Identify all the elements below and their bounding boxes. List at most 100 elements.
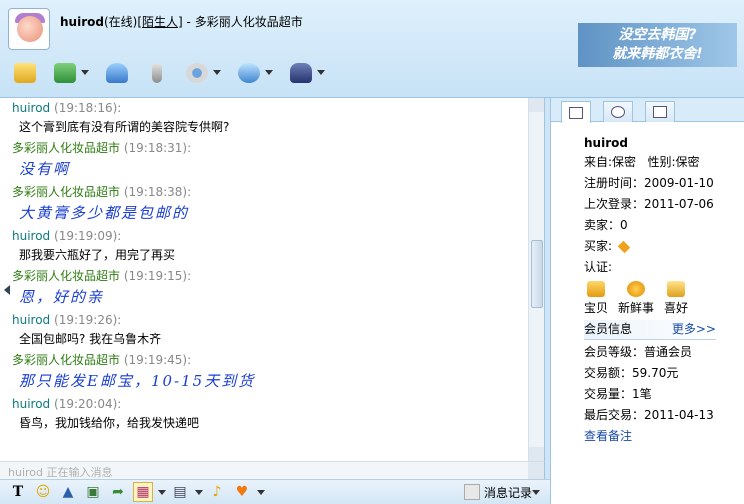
chevron-down-icon[interactable]	[532, 482, 540, 502]
chat-scrollbar[interactable]	[528, 98, 544, 461]
clock-icon	[611, 106, 625, 118]
shortcut-news[interactable]: 新鲜事	[618, 281, 654, 316]
shortcut-label: 宝贝	[584, 301, 609, 315]
profile-summary: huirod 来自:保密 性别:保密 注册时间：2009-01-10 上次登录：…	[551, 122, 744, 278]
input-toolbar: T ☺ ▲ ▣ ➦ ▦ ▤ ♪ ♥ 消息记录	[0, 479, 550, 504]
side-tabs	[551, 98, 744, 123]
shake-button[interactable]: ♪	[207, 482, 227, 502]
profile-name: huirod	[584, 136, 628, 150]
message-sender[interactable]: huirod	[12, 229, 50, 243]
profile-register: 注册时间：2009-01-10	[584, 176, 714, 190]
message-header: 多彩丽人化妆品超市 (19:19:15):	[12, 268, 528, 284]
gift-button[interactable]: ♥	[232, 482, 252, 502]
remote-assist-button[interactable]	[234, 59, 273, 87]
message-list: huirod (19:18:16): 这个膏到底有没有所谓的美容院专供啊? 多彩…	[0, 98, 528, 461]
chevron-down-icon[interactable]	[158, 482, 166, 502]
ad-banner[interactable]: 没空去韩国? 就来韩都衣舍!	[578, 23, 737, 67]
message-sender[interactable]: 多彩丽人化妆品超市	[12, 185, 120, 199]
smiley-icon: ☺	[35, 484, 51, 500]
font-icon: T	[12, 484, 24, 500]
contact-card-icon	[569, 106, 583, 119]
message-time: (19:18:38):	[123, 185, 192, 199]
tab-quick-reply[interactable]	[645, 101, 675, 122]
chevron-down-icon[interactable]	[81, 70, 89, 75]
product-button[interactable]: ▤	[170, 482, 190, 502]
quick-reply-icon	[653, 106, 667, 118]
contact-title: huirod(在线)[陌生人] - 多彩丽人化妆品超市	[60, 15, 303, 29]
send-file-icon: ➦	[112, 484, 124, 500]
title-separator: -	[186, 15, 191, 29]
scroll-down-arrow-icon[interactable]	[529, 447, 544, 461]
message-header: huirod (19:19:09):	[12, 228, 528, 244]
message-sender[interactable]: 多彩丽人化妆品超市	[12, 269, 120, 283]
contact-avatar[interactable]	[8, 8, 50, 50]
profile-gender: 性别:保密	[647, 155, 700, 169]
trade-amount: 交易额：59.70元	[584, 366, 679, 380]
product-list-icon: ▤	[173, 484, 187, 500]
shortcut-likes[interactable]: 喜好	[664, 281, 688, 316]
message-time: (19:19:15):	[123, 269, 192, 283]
send-file-button[interactable]: ➦	[108, 482, 128, 502]
scroll-thumb[interactable]	[531, 240, 543, 308]
status-scroll-button[interactable]	[528, 462, 544, 480]
chevron-down-icon[interactable]	[213, 70, 221, 75]
add-contact-button[interactable]	[102, 59, 132, 87]
profile-from: 来自:保密	[584, 155, 637, 169]
member-info: 会员等级：普通会员 交易额：59.70元 交易量：1笔 最后交易：2011-04…	[584, 342, 714, 447]
relation-tag[interactable]: 陌生人	[142, 15, 178, 29]
message-text: 大黄膏多少都是包邮的	[19, 204, 190, 222]
transfer-icon	[54, 63, 76, 83]
screenshot-button[interactable]: ▦	[133, 482, 153, 502]
main-toolbar	[10, 58, 326, 88]
bell-icon: ♪	[212, 484, 222, 500]
message-header: 多彩丽人化妆品超市 (19:18:38):	[12, 184, 528, 200]
collapse-arrow-icon[interactable]	[4, 285, 10, 295]
message-time: (19:20:04):	[54, 397, 122, 411]
transfer-button[interactable]	[50, 59, 89, 87]
message-sender[interactable]: huirod	[12, 101, 50, 115]
message-sender[interactable]: 多彩丽人化妆品超市	[12, 141, 120, 155]
message-sender[interactable]: huirod	[12, 397, 50, 411]
tab-contact-card[interactable]	[561, 101, 591, 123]
message-time: (19:19:26):	[54, 313, 122, 327]
image-button[interactable]: ▣	[83, 482, 103, 502]
message-button[interactable]	[10, 59, 40, 87]
member-section-title: 会员信息	[584, 322, 633, 336]
scroll-up-arrow-icon[interactable]	[529, 98, 544, 112]
font-button[interactable]: T	[8, 482, 28, 502]
voice-icon	[152, 63, 162, 83]
shop-name: 多彩丽人化妆品超市	[194, 15, 303, 29]
message-text: 这个膏到底有没有所谓的美容院专供啊?	[19, 120, 230, 134]
voice-button[interactable]	[142, 59, 172, 87]
chevron-down-icon[interactable]	[317, 70, 325, 75]
treasure-icon	[587, 281, 605, 297]
security-button[interactable]	[286, 59, 325, 87]
message-time: (19:19:45):	[123, 353, 192, 367]
profile-buyer-row: 买家:	[584, 236, 744, 257]
remote-assist-icon	[238, 63, 260, 83]
chevron-down-icon[interactable]	[265, 70, 273, 75]
message-sender[interactable]: 多彩丽人化妆品超市	[12, 353, 120, 367]
webcam-button[interactable]	[182, 59, 221, 87]
message-header: 多彩丽人化妆品超市 (19:18:31):	[12, 140, 528, 156]
contact-username[interactable]: huirod	[60, 15, 104, 29]
tab-recent[interactable]	[603, 101, 633, 122]
last-trade: 最后交易：2011-04-13	[584, 408, 714, 422]
message-sender[interactable]: huirod	[12, 313, 50, 327]
chevron-down-icon[interactable]	[257, 482, 265, 502]
add-contact-icon	[106, 63, 128, 83]
chevron-down-icon[interactable]	[195, 482, 203, 502]
emoticon-button[interactable]: ☺	[33, 482, 53, 502]
more-link[interactable]: 更多>>	[672, 320, 716, 338]
shortcut-items[interactable]: 宝贝	[584, 281, 608, 316]
profile-certification: 认证:	[584, 260, 613, 274]
view-notes-link[interactable]: 查看备注	[584, 426, 714, 447]
member-level: 会员等级：普通会员	[584, 345, 693, 359]
magic-button[interactable]: ▲	[58, 482, 78, 502]
message-history-button[interactable]: 消息记录	[464, 482, 544, 502]
shortcut-label: 喜好	[664, 301, 689, 315]
chat-history[interactable]: huirod (19:18:16): 这个膏到底有没有所谓的美容院专供啊? 多彩…	[0, 98, 545, 461]
message-header: huirod (19:20:04):	[12, 396, 528, 412]
profile-seller: 卖家：0	[584, 218, 628, 232]
profile-buyer: 买家:	[584, 239, 613, 253]
